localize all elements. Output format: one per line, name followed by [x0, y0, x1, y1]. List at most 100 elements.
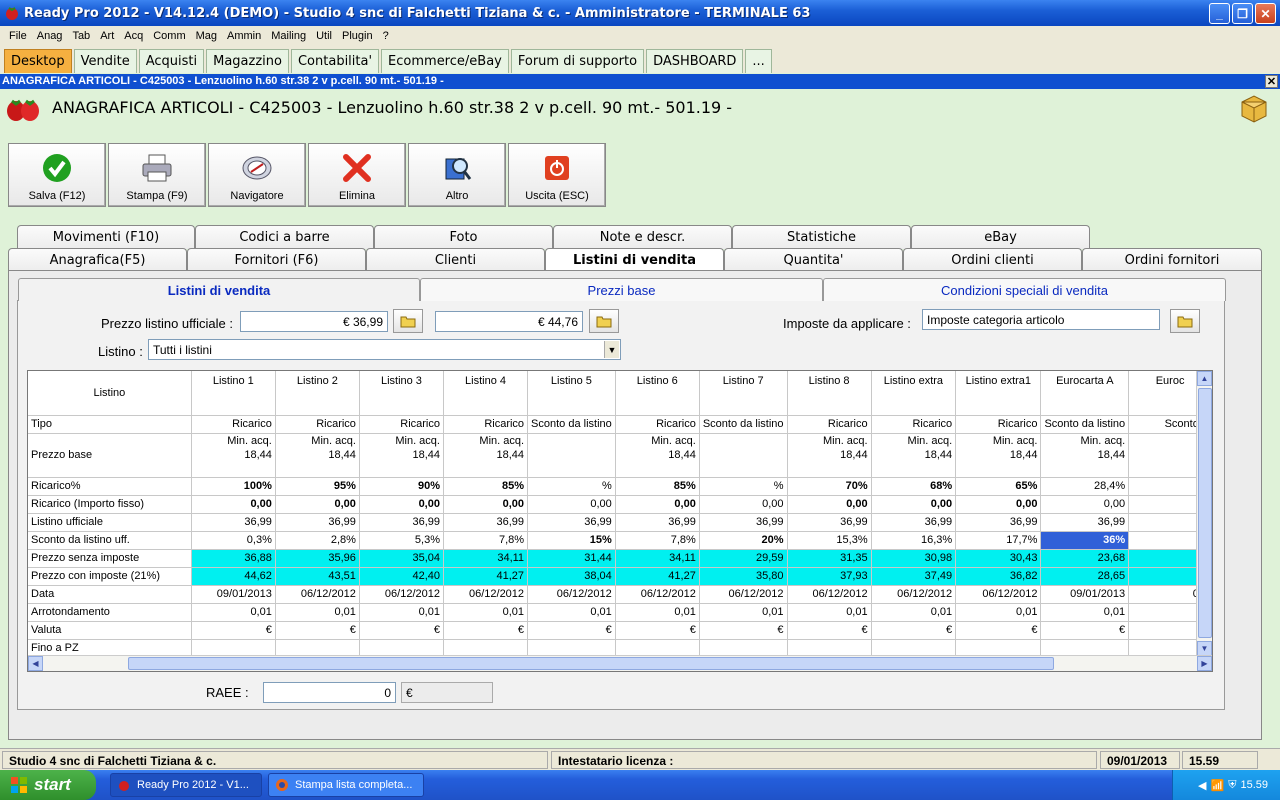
module-tab-ecommerce[interactable]: Ecommerce/eBay: [381, 49, 509, 73]
subtab-condizioni-speciali[interactable]: Condizioni speciali di vendita: [823, 278, 1226, 301]
tab-quantita[interactable]: Quantita': [724, 248, 903, 272]
grid-cell[interactable]: 90%: [359, 477, 444, 496]
grid-cell[interactable]: 06/12/2012: [787, 585, 872, 604]
module-tab-desktop[interactable]: Desktop: [4, 49, 72, 73]
grid-cell[interactable]: 41,27: [615, 567, 700, 586]
delete-button[interactable]: Elimina: [308, 143, 406, 207]
prezzo2-folder-button[interactable]: [589, 309, 619, 333]
grid-cell[interactable]: 06/12/2012: [699, 585, 788, 604]
tab-fornitori[interactable]: Fornitori (F6): [187, 248, 366, 272]
scroll-down-icon[interactable]: ▼: [1197, 641, 1212, 656]
menu-help[interactable]: ?: [378, 30, 394, 42]
taskbar-item-firefox[interactable]: Stampa lista completa...: [268, 773, 424, 797]
start-button[interactable]: start: [0, 770, 96, 800]
grid-cell[interactable]: Ricarico: [191, 415, 276, 434]
grid-cell[interactable]: 0,00: [699, 495, 788, 514]
grid-cell[interactable]: 15%: [527, 531, 616, 550]
grid-cell[interactable]: 0,01: [871, 603, 957, 622]
column-header[interactable]: Listino 2: [275, 371, 360, 416]
scroll-right-icon[interactable]: ▶: [1197, 656, 1212, 671]
grid-cell[interactable]: €: [1040, 621, 1130, 640]
tab-ordini-fornitori[interactable]: Ordini fornitori: [1082, 248, 1262, 272]
grid-cell[interactable]: 34,11: [443, 549, 529, 568]
menu-anag[interactable]: Anag: [32, 30, 68, 42]
grid-cell[interactable]: €: [699, 621, 788, 640]
grid-cell[interactable]: 0,01: [955, 603, 1042, 622]
grid-cell[interactable]: Ricarico: [787, 415, 872, 434]
grid-cell[interactable]: 95%: [275, 477, 360, 496]
grid-cell[interactable]: 42,40: [359, 567, 444, 586]
column-header[interactable]: Listino 4: [443, 371, 529, 416]
menu-ammin[interactable]: Ammin: [222, 30, 266, 42]
tab-ordini-clienti[interactable]: Ordini clienti: [903, 248, 1082, 272]
module-tab-forum[interactable]: Forum di supporto: [510, 49, 645, 73]
grid-cell[interactable]: €: [191, 621, 276, 640]
grid-cell[interactable]: 0,00: [275, 495, 360, 514]
scroll-up-icon[interactable]: ▲: [1197, 371, 1212, 386]
menu-mag[interactable]: Mag: [191, 30, 222, 42]
grid-cell[interactable]: 35,80: [699, 567, 788, 586]
grid-cell[interactable]: 0,01: [699, 603, 788, 622]
tab-listini-vendita[interactable]: Listini di vendita: [545, 248, 724, 272]
tab-codici-barre[interactable]: Codici a barre: [195, 225, 374, 249]
menu-tab[interactable]: Tab: [67, 30, 95, 42]
grid-cell[interactable]: 06/12/2012: [359, 585, 444, 604]
close-button[interactable]: ✕: [1255, 3, 1276, 24]
grid-cell[interactable]: Min. acq. 18,44: [1040, 433, 1130, 478]
grid-cell[interactable]: 0,01: [615, 603, 700, 622]
restore-button[interactable]: ❐: [1232, 3, 1253, 24]
grid-cell[interactable]: 70%: [787, 477, 872, 496]
grid-cell[interactable]: Sconto da listino: [527, 415, 616, 434]
grid-cell[interactable]: Ricarico: [955, 415, 1042, 434]
grid-cell[interactable]: 43,51: [275, 567, 360, 586]
menu-art[interactable]: Art: [95, 30, 119, 42]
grid-cell[interactable]: 36,99: [871, 513, 957, 532]
grid-cell[interactable]: 06/12/2012: [615, 585, 700, 604]
save-button[interactable]: Salva (F12): [8, 143, 106, 207]
tab-statistiche[interactable]: Statistiche: [732, 225, 911, 249]
tab-foto[interactable]: Foto: [374, 225, 553, 249]
grid-cell[interactable]: Min. acq. 18,44: [443, 433, 529, 478]
grid-cell[interactable]: 0,01: [787, 603, 872, 622]
grid-cell[interactable]: €: [615, 621, 700, 640]
column-header[interactable]: Listino 1: [191, 371, 276, 416]
grid-cell[interactable]: 36,99: [787, 513, 872, 532]
grid-cell[interactable]: €: [443, 621, 529, 640]
grid-cell[interactable]: Min. acq. 18,44: [275, 433, 360, 478]
grid-cell[interactable]: 65%: [955, 477, 1042, 496]
minimize-button[interactable]: _: [1209, 3, 1230, 24]
grid-cell[interactable]: 0,01: [527, 603, 616, 622]
grid-cell[interactable]: 35,04: [359, 549, 444, 568]
grid-cell[interactable]: 30,98: [871, 549, 957, 568]
taskbar-item-readypro[interactable]: Ready Pro 2012 - V1...: [110, 773, 262, 797]
grid-cell[interactable]: 5,3%: [359, 531, 444, 550]
grid-cell[interactable]: 0,00: [443, 495, 529, 514]
vertical-scroll-thumb[interactable]: [1198, 388, 1212, 638]
grid-cell[interactable]: 28,65: [1040, 567, 1130, 586]
grid-cell[interactable]: 36,99: [359, 513, 444, 532]
grid-cell[interactable]: 36,99: [615, 513, 700, 532]
grid-cell[interactable]: 36,82: [955, 567, 1042, 586]
grid-cell[interactable]: 36,99: [191, 513, 276, 532]
grid-cell[interactable]: 44,62: [191, 567, 276, 586]
module-tab-dashboard[interactable]: DASHBOARD: [646, 49, 744, 73]
listino-select[interactable]: Tutti i listini ▼: [148, 339, 621, 360]
grid-cell[interactable]: 0,01: [359, 603, 444, 622]
grid-cell[interactable]: 0,00: [955, 495, 1042, 514]
column-header[interactable]: Eurocarta A: [1040, 371, 1130, 416]
grid-cell[interactable]: Min. acq. 18,44: [615, 433, 700, 478]
grid-cell[interactable]: Min. acq. 18,44: [191, 433, 276, 478]
grid-cell[interactable]: 09/01/2013: [1040, 585, 1130, 604]
grid-cell[interactable]: 0,00: [527, 495, 616, 514]
module-tab-more[interactable]: ...: [745, 49, 772, 73]
grid-cell[interactable]: 35,96: [275, 549, 360, 568]
column-header[interactable]: Listino 3: [359, 371, 444, 416]
tab-anagrafica[interactable]: Anagrafica(F5): [8, 248, 187, 272]
tab-movimenti[interactable]: Movimenti (F10): [17, 225, 195, 249]
grid-cell[interactable]: 36,99: [275, 513, 360, 532]
horizontal-scroll-thumb[interactable]: [128, 657, 1054, 670]
grid-cell[interactable]: €: [871, 621, 957, 640]
grid-cell[interactable]: 34,11: [615, 549, 700, 568]
grid-cell[interactable]: Min. acq. 18,44: [787, 433, 872, 478]
menu-mailing[interactable]: Mailing: [266, 30, 311, 42]
